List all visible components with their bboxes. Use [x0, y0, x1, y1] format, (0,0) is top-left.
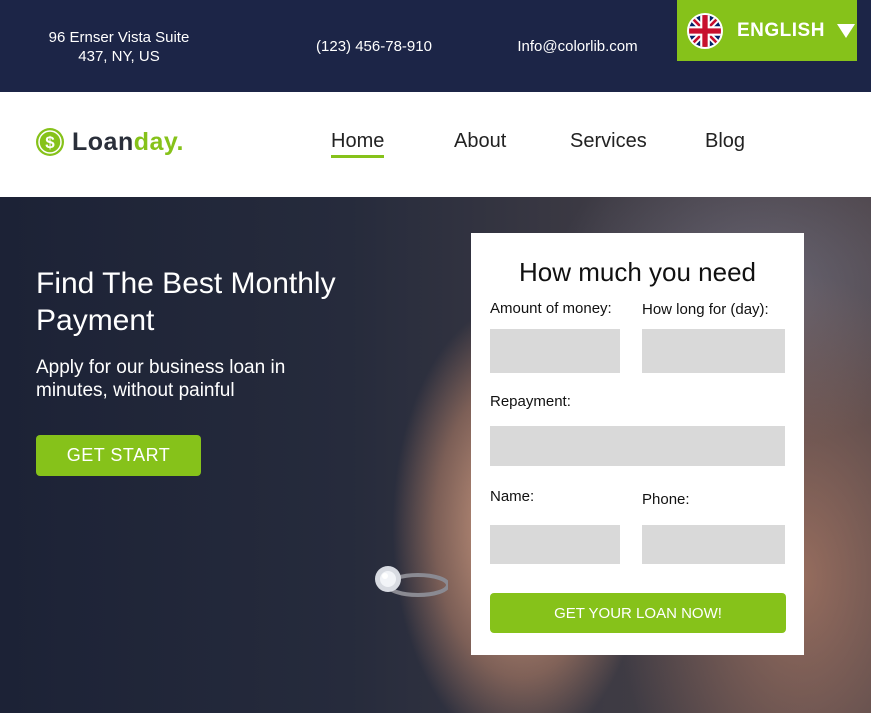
address-line-1: 96 Ernser Vista Suite — [48, 29, 190, 46]
top-bar: 96 Ernser Vista Suite 437, NY, US (123) … — [0, 0, 871, 92]
svg-text:$: $ — [45, 133, 55, 152]
phone-number[interactable]: (123) 456-78-910 — [300, 38, 448, 55]
name-label: Name: — [490, 488, 535, 505]
logo-text-loan: Loan — [72, 127, 134, 156]
nav-about[interactable]: About — [454, 130, 506, 153]
address-line-2: 437, NY, US — [78, 48, 160, 65]
get-loan-button[interactable]: GET YOUR LOAN NOW! — [490, 593, 786, 633]
logo[interactable]: $ Loanday. — [35, 127, 184, 157]
address: 96 Ernser Vista Suite 437, NY, US — [30, 28, 208, 66]
hero-title: Find The Best Monthly Payment — [36, 267, 336, 337]
phone-label: Phone: — [642, 491, 690, 508]
loan-form: How much you need Amount of money: How l… — [471, 233, 804, 655]
duration-label: How long for (day): — [642, 301, 769, 318]
logo-text: Loanday. — [72, 128, 184, 157]
duration-input[interactable] — [642, 329, 785, 373]
get-start-button[interactable]: GET START — [36, 435, 201, 476]
caret-down-icon — [836, 23, 855, 38]
form-title: How much you need — [518, 257, 757, 287]
language-selector[interactable]: ENGLISH — [677, 0, 857, 61]
uk-flag-icon — [687, 12, 723, 49]
nav-services[interactable]: Services — [570, 130, 647, 153]
logo-text-day: day. — [133, 127, 184, 156]
language-label: ENGLISH — [737, 19, 825, 41]
repayment-input[interactable] — [490, 426, 785, 466]
phone-input[interactable] — [642, 525, 785, 564]
repayment-label: Repayment: — [490, 393, 571, 410]
ring-image — [375, 566, 448, 597]
hero-subtitle: Apply for our business loan in minutes, … — [36, 357, 286, 401]
email-address[interactable]: Info@colorlib.com — [505, 38, 650, 55]
name-input[interactable] — [490, 525, 620, 564]
nav-blog[interactable]: Blog — [705, 130, 745, 153]
amount-label: Amount of money: — [490, 300, 612, 317]
nav-home[interactable]: Home — [331, 130, 385, 158]
navbar: $ Loanday. Home About Services Blog — [0, 92, 871, 197]
amount-input[interactable] — [490, 329, 620, 373]
dollar-coin-icon: $ — [36, 128, 64, 156]
